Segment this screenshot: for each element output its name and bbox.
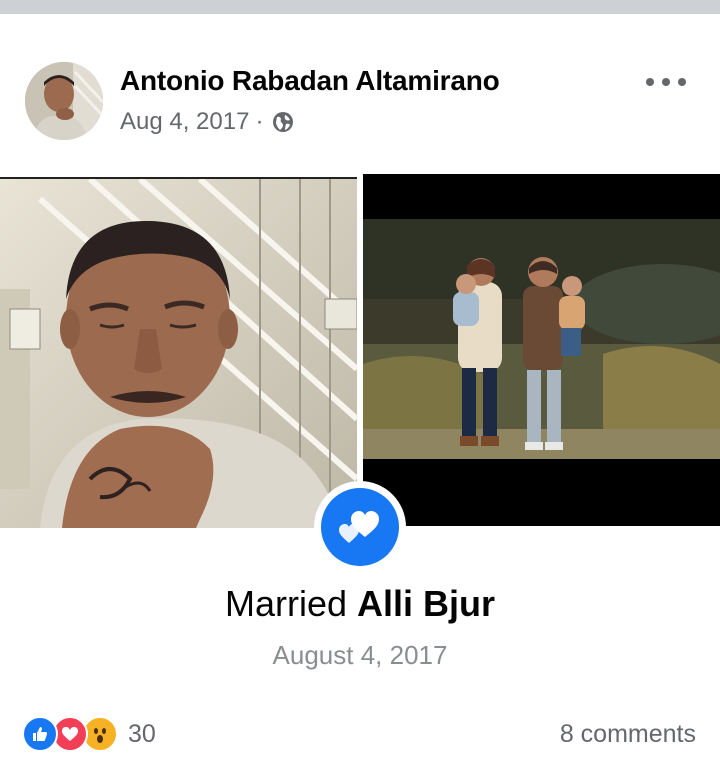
comments-link[interactable]: 8 comments bbox=[560, 720, 696, 749]
author-avatar[interactable] bbox=[25, 62, 103, 140]
globe-icon[interactable] bbox=[271, 110, 295, 134]
more-options-icon-dot bbox=[662, 78, 670, 86]
post-date[interactable]: Aug 4, 2017 bbox=[120, 108, 249, 136]
life-event-date: August 4, 2017 bbox=[272, 640, 448, 670]
life-event-type: Married bbox=[224, 583, 347, 624]
more-options-icon-dot bbox=[646, 78, 654, 86]
post-meta: Aug 4, 2017 · bbox=[120, 108, 295, 136]
author-name[interactable]: Antonio Rabadan Altamirano bbox=[120, 65, 500, 97]
reactions-summary[interactable]: 30 bbox=[22, 716, 156, 752]
photo-family[interactable] bbox=[363, 174, 720, 526]
life-event-partner[interactable]: Alli Bjur bbox=[357, 583, 495, 624]
more-options-button[interactable] bbox=[646, 72, 686, 92]
like-icon bbox=[22, 716, 58, 752]
post-photos bbox=[0, 174, 720, 528]
post-header: Antonio Rabadan Altamirano Aug 4, 2017 · bbox=[0, 14, 720, 174]
more-options-icon-dot bbox=[678, 78, 686, 86]
avatar-image bbox=[25, 62, 103, 140]
top-bar bbox=[0, 0, 720, 14]
reaction-count: 30 bbox=[128, 719, 156, 748]
life-event-badge bbox=[314, 481, 406, 573]
photo-portrait[interactable] bbox=[0, 177, 357, 528]
hearts-icon bbox=[321, 488, 399, 566]
post-footer: 30 8 comments bbox=[0, 710, 720, 760]
life-event-title: Married Alli Bjur bbox=[0, 583, 720, 625]
meta-separator: · bbox=[255, 108, 264, 135]
portrait-image bbox=[0, 179, 357, 528]
family-image bbox=[363, 174, 720, 526]
